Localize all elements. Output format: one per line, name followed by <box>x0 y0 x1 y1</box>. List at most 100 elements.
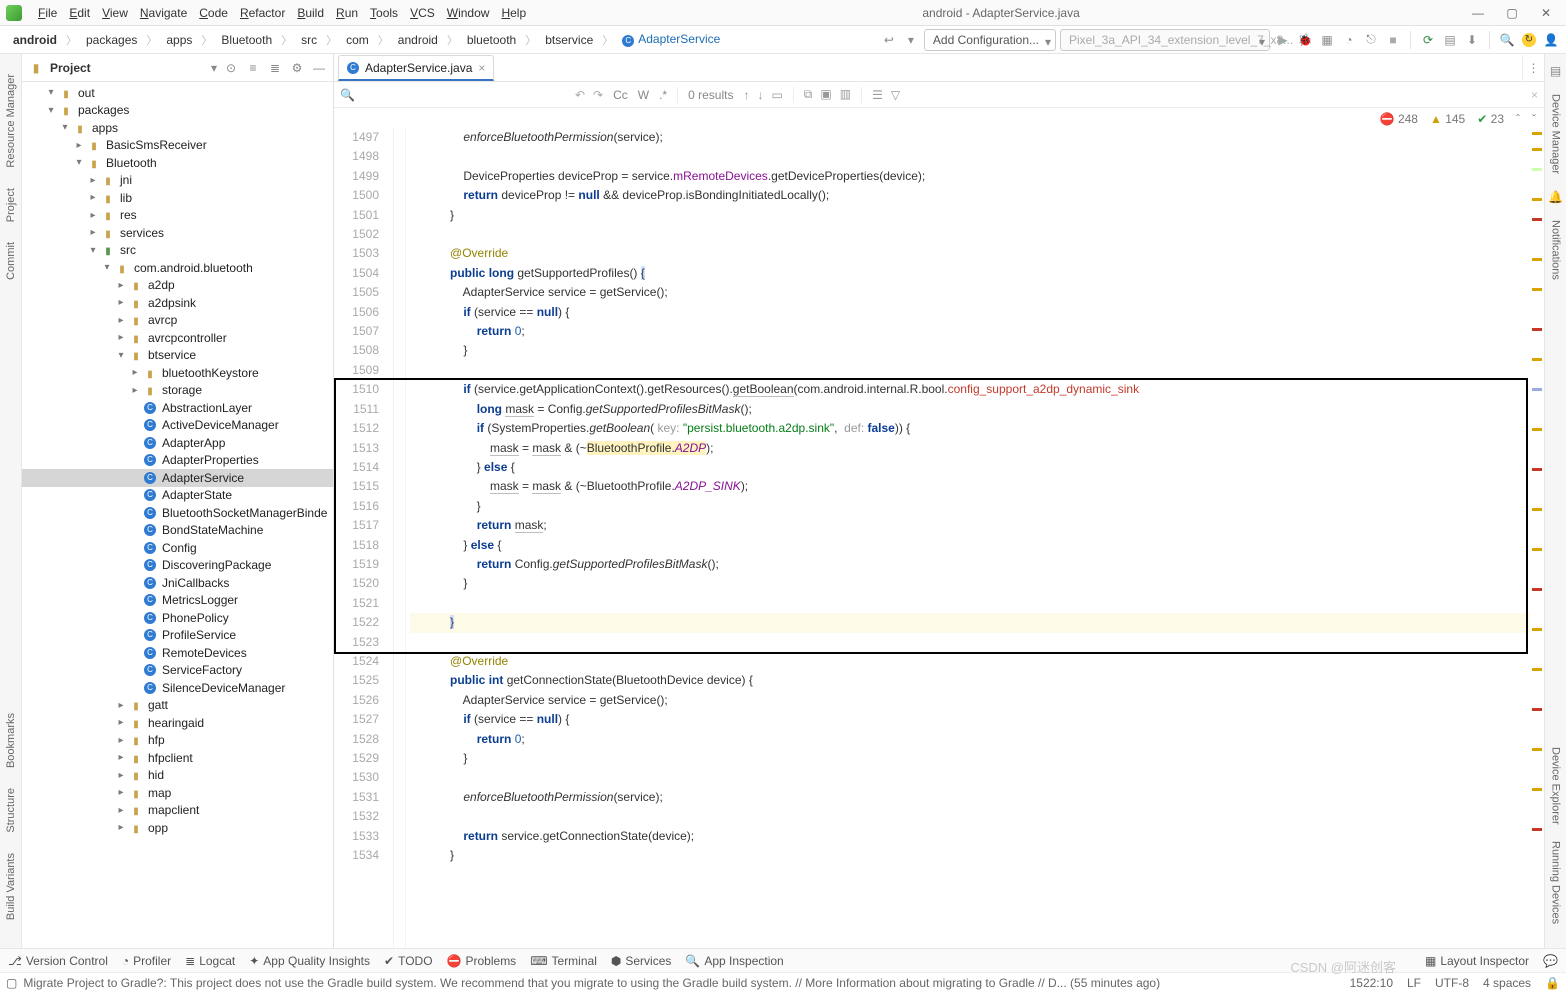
menu-code[interactable]: Code <box>193 3 234 23</box>
error-stripe-mark[interactable] <box>1532 628 1542 631</box>
expand-icon[interactable]: ▸ <box>128 367 142 378</box>
expand-icon[interactable]: ▸ <box>114 822 128 833</box>
tree-node[interactable]: ▸hfp <box>22 732 333 750</box>
tree-node[interactable]: ▸a2dpsink <box>22 294 333 312</box>
tool-terminal[interactable]: ⌨Terminal <box>530 954 597 968</box>
back-icon[interactable]: ↩ <box>880 31 898 49</box>
tree-node[interactable]: CMetricsLogger <box>22 592 333 610</box>
error-stripe-mark[interactable] <box>1532 828 1542 831</box>
tree-node[interactable]: ▸mapclient <box>22 802 333 820</box>
tree-node[interactable]: ▸gatt <box>22 697 333 715</box>
menu-refactor[interactable]: Refactor <box>234 3 291 23</box>
error-stripe-mark[interactable] <box>1532 788 1542 791</box>
tool-layout-inspector[interactable]: ▦Layout Inspector <box>1425 954 1529 968</box>
hide-icon[interactable]: — <box>311 61 327 75</box>
search-everywhere-icon[interactable]: 🔍 <box>1498 31 1516 49</box>
menu-help[interactable]: Help <box>495 3 532 23</box>
menu-run[interactable]: Run <box>330 3 364 23</box>
close-button[interactable]: ✕ <box>1538 6 1554 20</box>
ide-update-icon[interactable]: ↻ <box>1520 31 1538 49</box>
close-tab-icon[interactable]: × <box>478 61 485 75</box>
rail-device-manager[interactable]: Device Manager <box>1550 94 1562 174</box>
breadcrumb-item[interactable]: com <box>339 31 376 49</box>
menu-view[interactable]: View <box>96 3 134 23</box>
tool-todo[interactable]: ✔TODO <box>384 954 433 968</box>
rail-resource-manager[interactable]: Resource Manager <box>5 74 17 168</box>
collapse-icon[interactable]: ▾ <box>44 87 58 98</box>
tree-node[interactable]: ▾src <box>22 242 333 260</box>
expand-icon[interactable]: ▸ <box>114 735 128 746</box>
close-find-icon[interactable]: × <box>1531 88 1538 102</box>
tree-node[interactable]: ▸avrcp <box>22 312 333 330</box>
expand-icon[interactable]: ▸ <box>114 332 128 343</box>
find-select-all-icon[interactable]: ▭ <box>771 88 782 102</box>
expand-icon[interactable]: ▸ <box>86 175 100 186</box>
error-stripe-mark[interactable] <box>1532 748 1542 751</box>
error-stripe-mark[interactable] <box>1532 708 1542 711</box>
tree-node[interactable]: ▾com.android.bluetooth <box>22 259 333 277</box>
expand-icon[interactable]: ▸ <box>114 297 128 308</box>
breadcrumb-item[interactable]: src <box>294 31 324 49</box>
tree-node[interactable]: CRemoteDevices <box>22 644 333 662</box>
collapse-icon[interactable]: ▾ <box>114 350 128 361</box>
breadcrumb-item[interactable]: btservice <box>538 31 600 49</box>
debug-icon[interactable]: 🐞 <box>1296 31 1314 49</box>
tree-node[interactable]: ▸hfpclient <box>22 749 333 767</box>
attach-icon[interactable]: ⎋ <box>1362 31 1380 49</box>
error-stripe-mark[interactable] <box>1532 148 1542 151</box>
sync-icon[interactable]: ⟳ <box>1419 31 1437 49</box>
status-message[interactable]: Migrate Project to Gradle?: This project… <box>23 976 1349 990</box>
error-stripe-mark[interactable] <box>1532 358 1542 361</box>
menu-window[interactable]: Window <box>441 3 496 23</box>
maximize-button[interactable]: ▢ <box>1504 6 1520 20</box>
tree-node[interactable]: CDiscoveringPackage <box>22 557 333 575</box>
tree-node[interactable]: CAdapterState <box>22 487 333 505</box>
tree-node[interactable]: CAdapterProperties <box>22 452 333 470</box>
tree-node[interactable]: ▾Bluetooth <box>22 154 333 172</box>
tree-node[interactable]: ▸jni <box>22 172 333 190</box>
tree-node[interactable]: ▸hearingaid <box>22 714 333 732</box>
tool-app-inspection[interactable]: 🔍App Inspection <box>685 954 783 968</box>
tree-node[interactable]: CActiveDeviceManager <box>22 417 333 435</box>
readonly-lock-icon[interactable]: 🔒 <box>1545 976 1560 990</box>
tree-node[interactable]: CProfileService <box>22 627 333 645</box>
rail-bookmarks[interactable]: Bookmarks <box>5 713 17 768</box>
status-icon[interactable]: ▢ <box>6 976 17 990</box>
tree-node[interactable]: ▸map <box>22 784 333 802</box>
find-down-icon[interactable]: ↓ <box>757 88 763 102</box>
tree-node[interactable]: ▸res <box>22 207 333 225</box>
caret-position[interactable]: 1522:10 <box>1350 976 1393 990</box>
inspection-summary[interactable]: ⛔ 248 ▲ 145 ✔ 23 ˆˇ <box>334 108 1544 128</box>
error-stripe-mark[interactable] <box>1532 328 1542 331</box>
collapse-icon[interactable]: ▾ <box>44 105 58 116</box>
error-stripe-mark[interactable] <box>1532 218 1542 221</box>
collapse-icon[interactable]: ▾ <box>100 262 114 273</box>
error-stripe-mark[interactable] <box>1532 198 1542 201</box>
tree-node[interactable]: CSilenceDeviceManager <box>22 679 333 697</box>
breadcrumb-item[interactable]: bluetooth <box>460 31 523 49</box>
indent-setting[interactable]: 4 spaces <box>1483 976 1531 990</box>
tree-node[interactable]: ▾btservice <box>22 347 333 365</box>
fold-gutter[interactable] <box>394 128 406 948</box>
expand-all-icon[interactable]: ≡ <box>245 61 261 75</box>
add-selection-icon[interactable]: ⧉ <box>804 87 813 102</box>
tree-node[interactable]: ▸storage <box>22 382 333 400</box>
rail-running-devices[interactable]: Running Devices <box>1550 841 1562 924</box>
rail-device-explorer[interactable]: Device Explorer <box>1550 747 1562 825</box>
tree-node[interactable]: CPhonePolicy <box>22 609 333 627</box>
tool-logcat[interactable]: ≣Logcat <box>185 954 235 968</box>
expand-icon[interactable]: ▸ <box>114 770 128 781</box>
funnel-icon[interactable]: ▽ <box>891 88 900 102</box>
expand-icon[interactable]: ▸ <box>114 805 128 816</box>
tree-node[interactable]: CJniCallbacks <box>22 574 333 592</box>
filter-icon[interactable]: ☰ <box>872 88 883 102</box>
stop-icon[interactable]: ■ <box>1384 31 1402 49</box>
toggle-in-selection-icon[interactable]: ▥ <box>840 87 851 102</box>
error-stripe-mark[interactable] <box>1532 168 1542 171</box>
tree-node[interactable]: ▸lib <box>22 189 333 207</box>
rail-project[interactable]: Project <box>5 188 17 222</box>
tree-node[interactable]: ▸services <box>22 224 333 242</box>
whole-words-toggle[interactable]: W <box>638 88 649 102</box>
expand-icon[interactable]: ▸ <box>114 280 128 291</box>
tree-node[interactable]: ▾packages <box>22 102 333 120</box>
